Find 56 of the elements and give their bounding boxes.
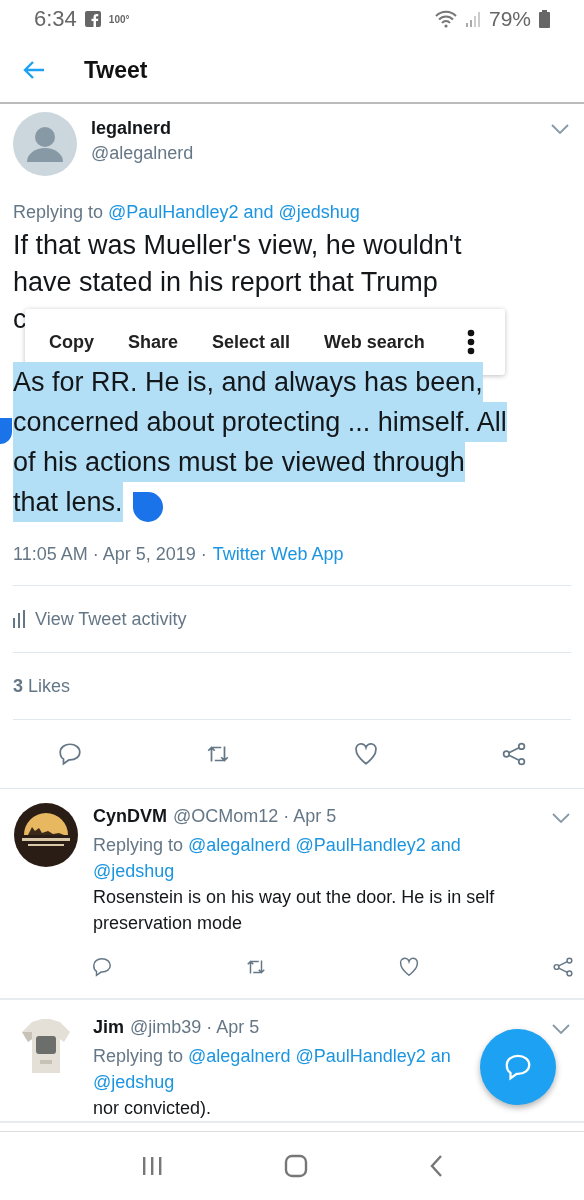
source-link[interactable]: Twitter Web App: [212, 544, 344, 565]
chevron-icon[interactable]: [552, 1024, 570, 1034]
home-icon[interactable]: [284, 1154, 308, 1178]
chevron-icon[interactable]: [552, 813, 570, 823]
reply-text-line: Rosenstein is on his way out the door. He is in self: [93, 886, 496, 909]
tweet-text-line: have stated in his report that Trump: [13, 266, 439, 299]
clock: 6:34: [34, 6, 77, 32]
mention-link[interactable]: @PaulHandley2 and @jedshug: [108, 202, 360, 223]
selected-text: that lens.: [13, 482, 123, 522]
reply-icon: [503, 1052, 533, 1082]
avatar-icon[interactable]: [13, 112, 77, 176]
share-icon[interactable]: [501, 741, 527, 767]
likes-count[interactable]: 3 Likes: [13, 675, 71, 697]
replying-label: Replying to: [93, 1046, 184, 1066]
heart-icon[interactable]: [353, 741, 379, 767]
reply-icon[interactable]: [57, 741, 83, 767]
selected-text: of his actions must be viewed through: [13, 442, 465, 482]
mention-link[interactable]: @alegalnerd @PaulHandley2 and: [188, 835, 461, 855]
chevron-icon[interactable]: [551, 124, 569, 134]
reply-text-line: nor convicted).: [93, 1097, 213, 1120]
selected-text: As for RR. He is, and always has been,: [13, 362, 483, 402]
page-title: Tweet: [84, 56, 148, 84]
temperature: 100°: [108, 13, 130, 25]
recent-apps-icon[interactable]: [140, 1156, 163, 1176]
mention-link[interactable]: @alegalnerd @PaulHandley2 an: [188, 1046, 451, 1066]
author-name[interactable]: legalnerd: [91, 118, 537, 139]
tweet-text-line: c: [13, 303, 28, 336]
heart-icon[interactable]: [398, 956, 421, 978]
share-icon[interactable]: [551, 956, 574, 978]
selected-text: concerned about protecting ... himself. All: [13, 402, 507, 442]
back-icon[interactable]: [429, 1154, 444, 1178]
battery-icon: [539, 10, 550, 28]
reply-icon[interactable]: [91, 956, 113, 978]
back-icon[interactable]: [22, 60, 46, 80]
author-name[interactable]: CynDVM: [93, 806, 167, 827]
signal-icon: [464, 10, 481, 28]
replying-label: Replying to: [13, 202, 104, 223]
replying-label: Replying to: [93, 835, 184, 855]
selection-handle-icon[interactable]: [133, 492, 163, 522]
facebook-icon: [84, 11, 101, 27]
mention-link[interactable]: @jedshug: [93, 1072, 175, 1092]
mention-link[interactable]: @jedshug: [93, 861, 175, 881]
battery-level: 79%: [488, 7, 531, 31]
tweet-text-line: If that was Mueller's view, he wouldn't: [13, 229, 463, 262]
author-handle[interactable]: @alegalnerd: [91, 143, 537, 164]
compose-button[interactable]: [480, 1029, 556, 1105]
author-handle[interactable]: @jimb39 · Apr 5: [130, 1017, 260, 1038]
more-icon[interactable]: [467, 329, 475, 355]
wifi-icon: [434, 10, 457, 28]
view-activity-link[interactable]: View Tweet activity: [35, 608, 187, 630]
selection-handle-icon[interactable]: [0, 418, 12, 446]
author-handle[interactable]: @OCMom12 · Apr 5: [173, 806, 337, 827]
timestamp: 11:05 AM · Apr 5, 2019 ·: [13, 544, 207, 565]
bar-chart-icon: [13, 610, 27, 628]
author-name[interactable]: Jim: [93, 1017, 125, 1038]
reply-text-line: preservation mode: [93, 912, 244, 935]
